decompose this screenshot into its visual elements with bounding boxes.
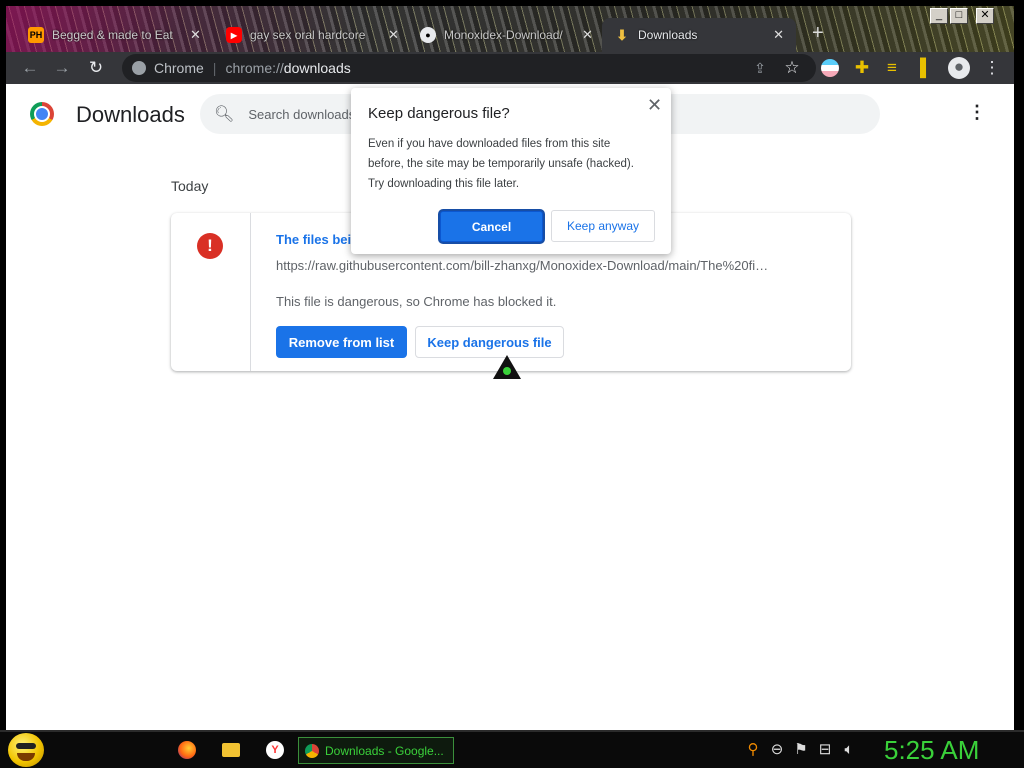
remove-from-list-button[interactable]: Remove from list	[276, 326, 407, 358]
tab-downloads[interactable]: ⬇ Downloads ✕	[602, 18, 796, 52]
dialog-body-line: before, the site may be temporarily unsa…	[368, 158, 634, 170]
yandex-browser-icon[interactable]: Y	[266, 741, 284, 759]
dialog-body-line: Even if you have downloaded files from t…	[368, 138, 611, 150]
messaging-tray-icon[interactable]: ⊖	[768, 741, 786, 759]
side-panel-icon[interactable]: ▌	[916, 58, 936, 78]
youtube-favicon-icon: ▶	[226, 27, 242, 43]
share-icon[interactable]: ⇪	[750, 58, 770, 78]
back-arrow-icon[interactable]: ←	[20, 58, 40, 78]
dialog-body: Even if you have downloaded files from t…	[368, 134, 658, 194]
browser-menu-icon[interactable]: ⋮	[982, 58, 1002, 78]
tab-label: Begged & made to Eat	[52, 28, 173, 42]
url-host: downloads	[283, 60, 351, 76]
tab-label: Monoxidex-Download/	[444, 28, 563, 42]
search-tray-icon[interactable]: ⚲	[744, 741, 762, 759]
danger-warning-icon: !	[197, 233, 223, 259]
chrome-site-icon	[132, 61, 146, 75]
taskbar-window-label: Downloads - Google...	[325, 743, 444, 758]
cancel-button[interactable]: Cancel	[440, 211, 543, 242]
profile-flag-icon[interactable]	[821, 59, 839, 77]
maximize-button[interactable]: □	[950, 8, 968, 24]
tab-2[interactable]: ● Monoxidex-Download/ ✕	[408, 18, 605, 52]
date-section-heading: Today	[171, 178, 209, 194]
dialog-body-line: Try downloading this file later.	[368, 178, 520, 190]
volume-tray-icon[interactable]: 🔈︎	[840, 741, 858, 759]
tab-strip: PH Begged & made to Eat ✕ ▶ gay sex oral…	[6, 6, 1014, 52]
reading-list-icon[interactable]: ≡	[882, 58, 902, 78]
github-favicon-icon: ●	[420, 27, 436, 43]
firefox-icon[interactable]	[178, 741, 196, 759]
page-title: Downloads	[76, 102, 185, 127]
tab-close-icon[interactable]: ✕	[582, 27, 593, 43]
extensions-puzzle-icon[interactable]: ✚	[852, 58, 872, 78]
dialog-close-icon[interactable]: ✕	[647, 95, 662, 116]
downloads-page: Downloads 🔍︎ ⋮ Today ! The files bein ht…	[6, 84, 1014, 730]
tab-close-icon[interactable]: ✕	[190, 27, 201, 43]
network-tray-icon[interactable]: ⊟	[816, 741, 834, 759]
ph-favicon-icon: PH	[28, 27, 44, 43]
tab-label: Downloads	[638, 28, 698, 42]
tab-close-icon[interactable]: ✕	[773, 27, 784, 43]
reload-icon[interactable]: ↻	[86, 58, 106, 78]
forward-arrow-icon[interactable]: →	[52, 58, 72, 78]
action-center-flag-icon[interactable]: ⚑	[792, 741, 810, 759]
taskbar-clock[interactable]: 5:25 AM	[884, 735, 979, 766]
browser-window: PH Begged & made to Eat ✕ ▶ gay sex oral…	[6, 6, 1014, 730]
file-url[interactable]: https://raw.githubusercontent.com/bill-z…	[276, 258, 836, 273]
file-manager-icon[interactable]	[222, 743, 240, 757]
start-menu-smiley-icon[interactable]	[8, 733, 44, 767]
browser-toolbar: ← → ↻ Chrome | chrome:// downloads ⇪ ☆ ✚…	[6, 52, 1014, 84]
tab-label: gay sex oral hardcore	[250, 28, 366, 42]
dialog-title: Keep dangerous file?	[368, 105, 510, 122]
keep-dangerous-dialog: Keep dangerous file? ✕ Even if you have …	[351, 88, 671, 254]
minimize-button[interactable]: _	[930, 8, 948, 24]
tab-close-icon[interactable]: ✕	[388, 27, 399, 43]
chrome-logo-icon	[30, 102, 54, 126]
site-chip: Chrome	[154, 60, 204, 76]
new-tab-icon[interactable]: +	[812, 22, 824, 45]
taskbar-chrome-window[interactable]: Downloads - Google...	[298, 737, 454, 764]
tab-0[interactable]: PH Begged & made to Eat ✕	[16, 18, 213, 52]
bookmark-star-icon[interactable]: ☆	[782, 58, 802, 78]
keep-anyway-button[interactable]: Keep anyway	[551, 210, 655, 242]
tab-1[interactable]: ▶ gay sex oral hardcore ✕	[214, 18, 411, 52]
file-status: This file is dangerous, so Chrome has bl…	[276, 294, 557, 309]
url-scheme: chrome://	[225, 60, 284, 76]
file-icon-column: !	[171, 213, 251, 371]
more-actions-icon[interactable]: ⋮	[968, 102, 986, 123]
chrome-icon	[305, 743, 319, 758]
address-bar[interactable]: Chrome | chrome:// downloads ⇪ ☆	[122, 54, 816, 82]
downloads-favicon-icon: ⬇	[616, 26, 628, 43]
search-icon: 🔍︎	[214, 106, 235, 123]
close-window-button[interactable]: ✕	[976, 8, 994, 24]
omnibox-divider: |	[212, 60, 217, 76]
profile-avatar-icon[interactable]: ●	[948, 57, 970, 79]
file-name-link[interactable]: The files bein	[276, 232, 359, 247]
taskbar: Y Downloads - Google... ⚲ ⊖ ⚑ ⊟ 🔈︎ 5:25 …	[0, 730, 1024, 768]
mouse-cursor-icon	[493, 355, 521, 379]
keep-dangerous-file-button[interactable]: Keep dangerous file	[415, 326, 564, 358]
